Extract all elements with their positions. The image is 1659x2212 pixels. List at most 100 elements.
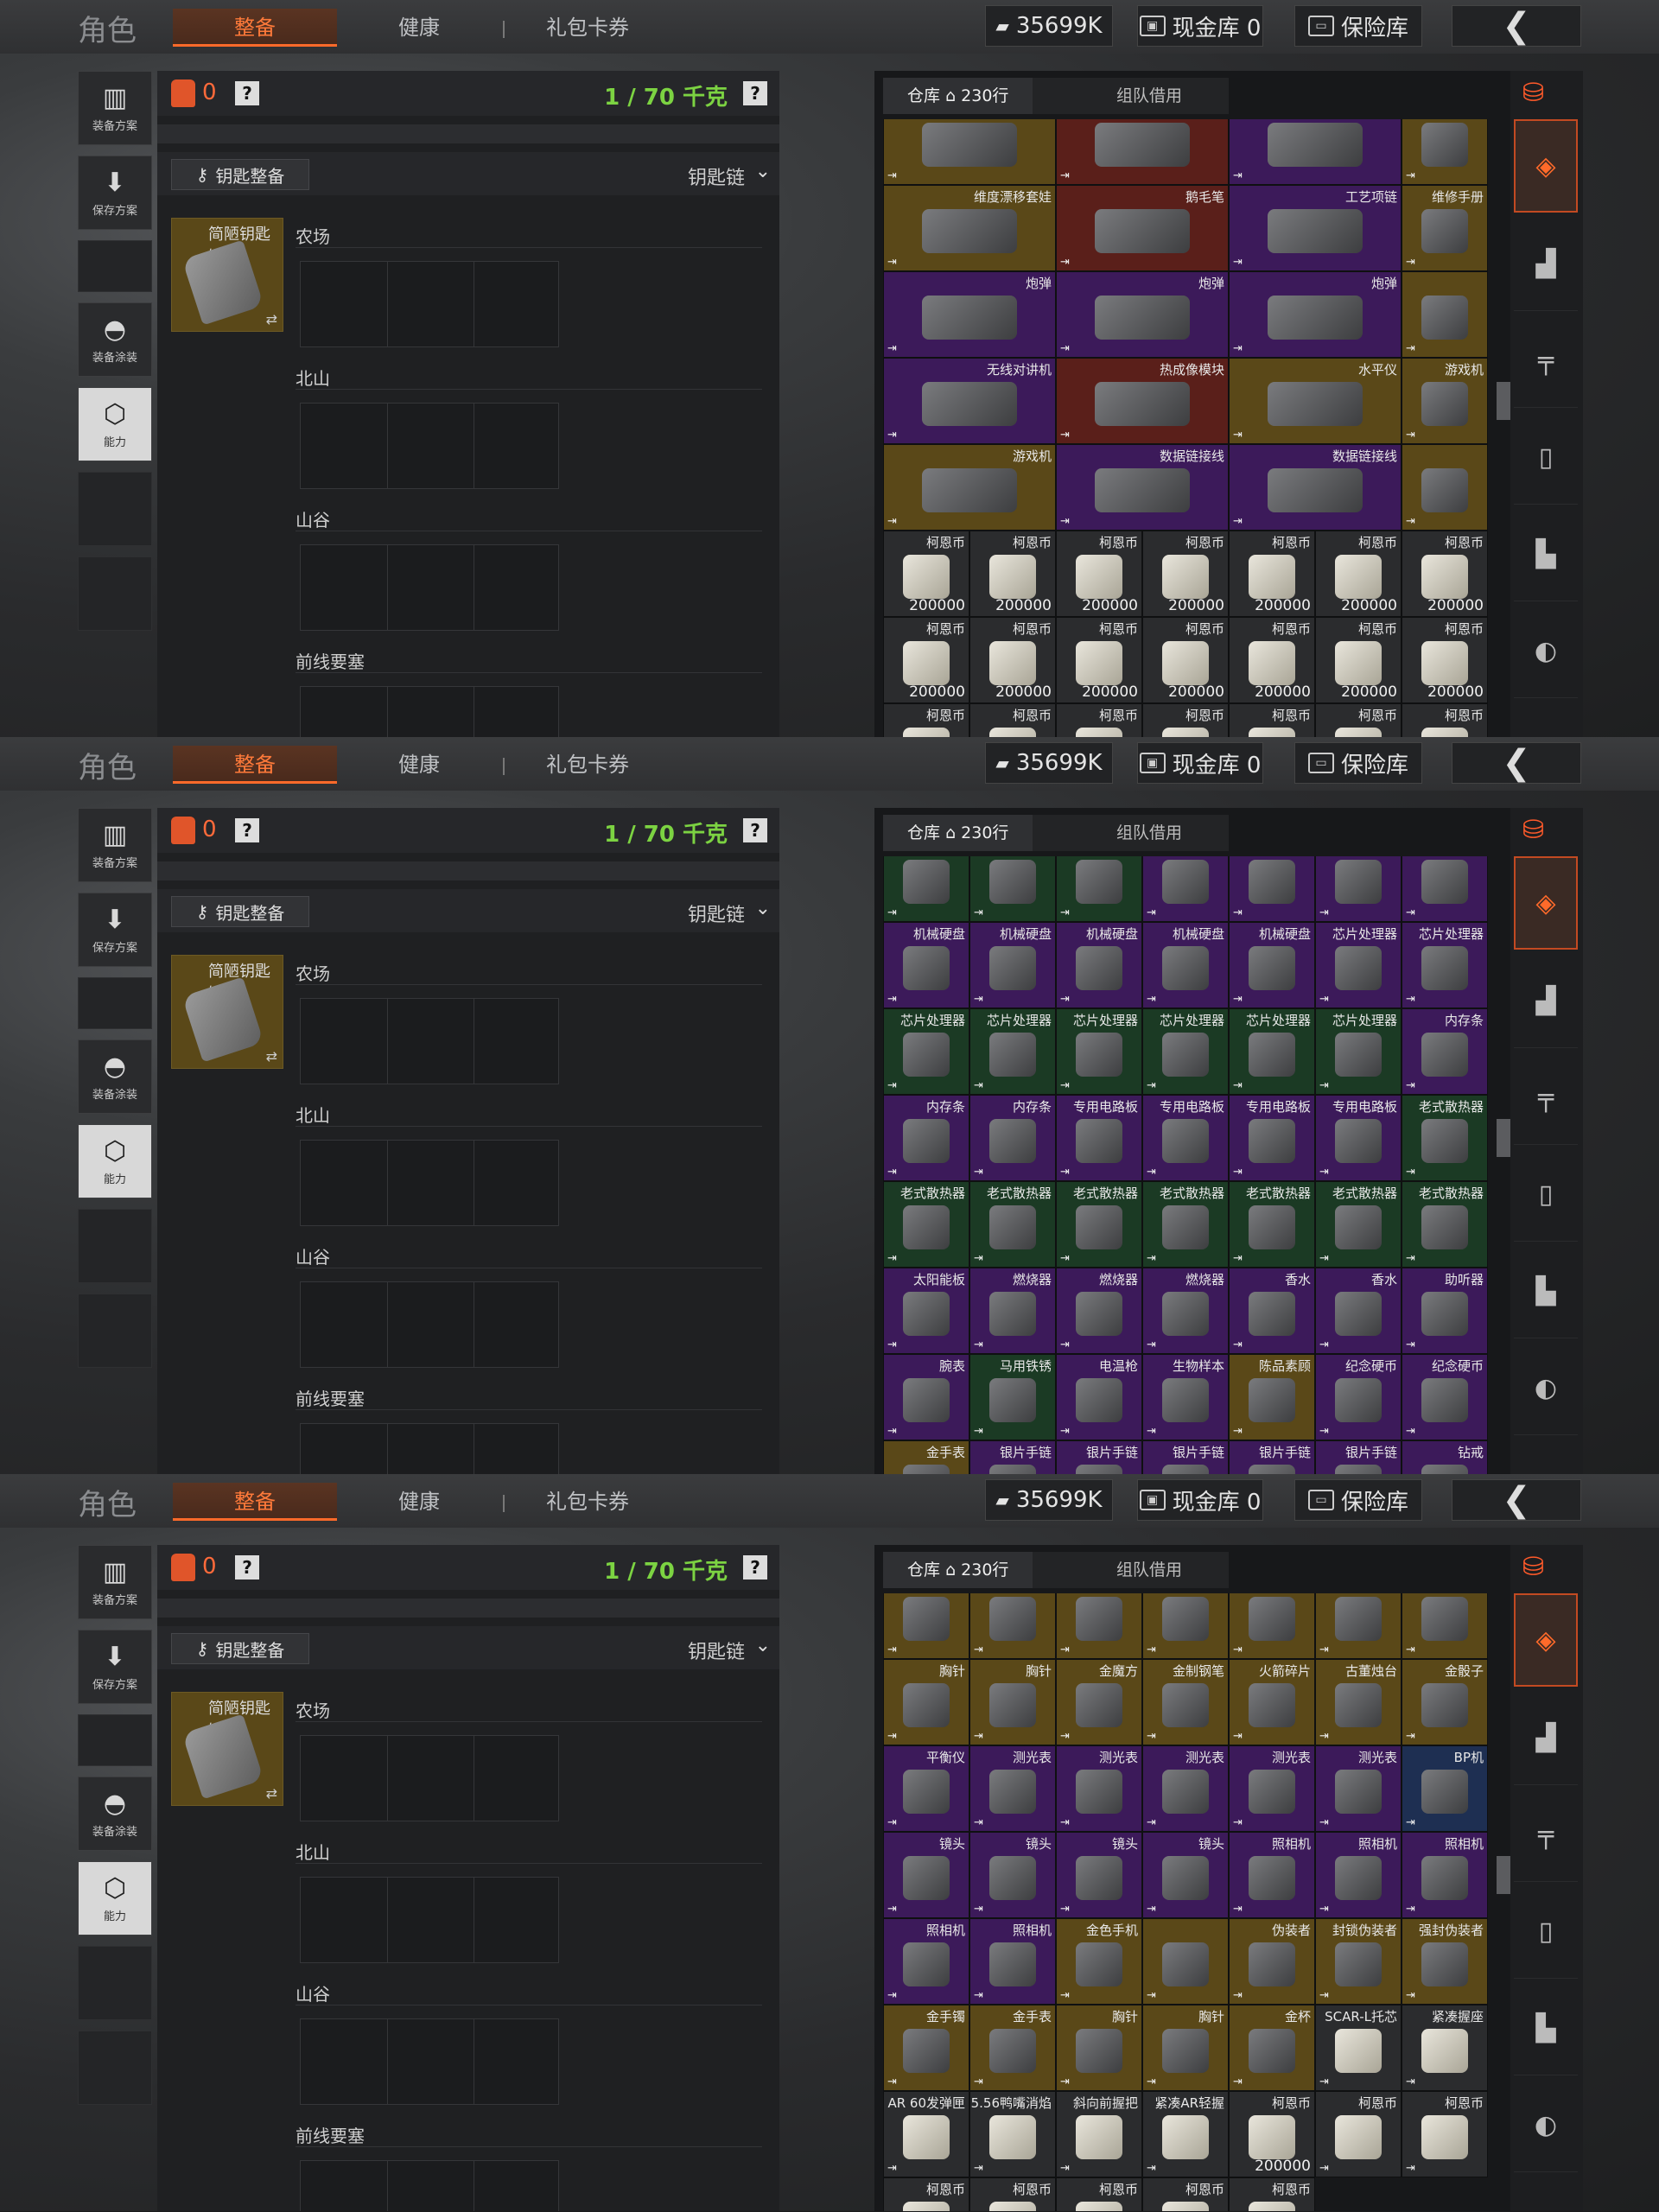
inventory-item[interactable]: 机械硬盘 ⇥ — [969, 922, 1056, 1008]
inventory-item[interactable]: ⇥ — [1056, 856, 1142, 922]
move-icon[interactable]: ⇥ — [1147, 1643, 1156, 1656]
inventory-item[interactable]: 纪念硬币 ⇥ — [1315, 1354, 1402, 1440]
inventory-item[interactable]: ⇥ — [1056, 1593, 1142, 1659]
move-icon[interactable]: ⇥ — [974, 1425, 983, 1438]
inventory-icon[interactable]: ◈ — [1514, 1593, 1578, 1687]
key-chain-item[interactable]: 简陋钥匙链 ⇄ — [171, 955, 283, 1069]
move-icon[interactable]: ⇥ — [1060, 993, 1070, 1006]
key-loadout-button[interactable]: ⚷ 钥匙整备 — [171, 159, 309, 190]
move-icon[interactable]: ⇥ — [974, 1730, 983, 1743]
inventory-item[interactable]: ⇥ — [1402, 444, 1488, 531]
inventory-item[interactable]: 柯恩币⇥ — [1402, 703, 1488, 737]
inventory-item[interactable]: 金杯 ⇥ — [1229, 2005, 1315, 2091]
inventory-item[interactable]: 马用铁锈 ⇥ — [969, 1354, 1056, 1440]
inventory-item[interactable]: 老式散热器 ⇥ — [1402, 1181, 1488, 1268]
inventory-item[interactable]: 芯片处理器 ⇥ — [969, 1008, 1056, 1095]
move-icon[interactable]: ⇥ — [1060, 515, 1070, 528]
inventory-item[interactable]: ⇥ — [1229, 1593, 1315, 1659]
inventory-item[interactable]: 柯恩币 200000 — [1315, 531, 1402, 617]
attachment-icon[interactable]: ◐ — [1514, 605, 1578, 698]
inventory-item[interactable]: 测光表 ⇥ — [1229, 1745, 1315, 1832]
move-icon[interactable]: ⇥ — [974, 1903, 983, 1916]
inventory-item[interactable]: 老式散热器 ⇥ — [1229, 1181, 1315, 1268]
magazine-icon[interactable]: ▯ — [1514, 1885, 1578, 1979]
move-icon[interactable]: ⇥ — [974, 1166, 983, 1179]
inventory-item[interactable]: 金制钢笔 ⇥ — [1142, 1659, 1229, 1745]
sidebar-item-skin[interactable]: ◓ 装备涂装 — [78, 302, 152, 377]
inventory-item[interactable]: 柯恩币 200000 — [1056, 617, 1142, 703]
inventory-item[interactable]: ⇥ — [1402, 856, 1488, 922]
move-icon[interactable]: ⇥ — [1319, 1903, 1329, 1916]
currency-display[interactable]: ▰ 35699K — [985, 5, 1113, 47]
inventory-icon[interactable]: ◈ — [1514, 856, 1578, 950]
move-icon[interactable]: ⇥ — [1319, 2075, 1329, 2088]
inventory-item[interactable]: 游戏机 ⇥ — [883, 444, 1056, 531]
inventory-item[interactable]: 太阳能板 ⇥ — [883, 1268, 969, 1354]
move-icon[interactable]: ⇥ — [1147, 2162, 1156, 2175]
sidebar-item-loadout-plan[interactable]: ▥ 装备方案 — [78, 808, 152, 882]
tab-gift-cards[interactable]: 礼包卡券 — [523, 9, 652, 47]
inventory-item[interactable]: 柯恩币 200000 — [1142, 617, 1229, 703]
move-icon[interactable]: ⇥ — [1319, 1730, 1329, 1743]
move-icon[interactable]: ⇥ — [1233, 342, 1243, 355]
help-icon[interactable]: ? — [743, 818, 767, 842]
key-chain-select[interactable]: 钥匙链 — [688, 162, 745, 190]
cash-vault-button[interactable]: ▣ 现金库 0 — [1137, 742, 1263, 784]
inventory-item[interactable]: 测光表 ⇥ — [969, 1745, 1056, 1832]
inventory-item[interactable]: 金手镯 ⇥ — [883, 2005, 969, 2091]
inventory-item[interactable]: 内存条 ⇥ — [1402, 1008, 1488, 1095]
inventory-item[interactable]: 柯恩币⇥ — [1315, 2091, 1402, 2177]
back-button[interactable]: ❮ — [1452, 742, 1581, 784]
move-icon[interactable]: ⇥ — [1147, 1903, 1156, 1916]
move-icon[interactable]: ⇥ — [1060, 1643, 1070, 1656]
sidebar-item-save-plan[interactable]: ⬇ 保存方案 — [78, 156, 152, 230]
inventory-item[interactable]: 古董烛台 ⇥ — [1315, 1659, 1402, 1745]
scrollbar-thumb[interactable] — [1497, 382, 1510, 420]
sidebar-item-ability[interactable]: ⬡ 能力 — [78, 1861, 152, 1936]
rifle-icon[interactable]: ╤ — [1514, 315, 1578, 408]
move-icon[interactable]: ⇥ — [1060, 1338, 1070, 1351]
inventory-item[interactable]: 热成像模块 ⇥ — [1056, 358, 1229, 444]
key-slot-row[interactable] — [300, 1877, 559, 1963]
inventory-item[interactable]: 游戏机 ⇥ — [1402, 358, 1488, 444]
tab-team-borrow[interactable]: 组队借用 — [1116, 78, 1182, 114]
inventory-item[interactable]: 柯恩币⇥ — [1142, 2177, 1229, 2211]
inventory-item[interactable]: 炮弹 ⇥ — [1229, 271, 1402, 358]
inventory-icon[interactable]: ◈ — [1514, 119, 1578, 213]
inventory-item[interactable]: 数据链接线 ⇥ — [1056, 444, 1229, 531]
inventory-item[interactable]: 柯恩币⇥ — [969, 2177, 1056, 2211]
move-icon[interactable]: ⇥ — [1147, 1252, 1156, 1265]
move-icon[interactable]: ⇥ — [887, 1903, 897, 1916]
move-icon[interactable]: ⇥ — [974, 906, 983, 919]
move-icon[interactable]: ⇥ — [1319, 2162, 1329, 2175]
inventory-item[interactable]: 无线对讲机 ⇥ — [883, 358, 1056, 444]
inventory-item[interactable]: 生物样本 ⇥ — [1142, 1354, 1229, 1440]
help-icon[interactable]: ? — [235, 818, 259, 842]
sidebar-item-loadout-plan[interactable]: ▥ 装备方案 — [78, 1545, 152, 1619]
move-icon[interactable]: ⇥ — [1233, 1730, 1243, 1743]
move-icon[interactable]: ⇥ — [1233, 993, 1243, 1006]
inventory-item[interactable]: 老式散热器 ⇥ — [1402, 1095, 1488, 1181]
tab-equip[interactable]: 整备 — [173, 1483, 337, 1521]
armor-icon[interactable]: ▟ — [1514, 1692, 1578, 1785]
inventory-item[interactable]: 香水 ⇥ — [1229, 1268, 1315, 1354]
inventory-item[interactable]: 伪装者 ⇥ — [1229, 1918, 1315, 2005]
inventory-item[interactable]: 柯恩币 200000 — [1402, 617, 1488, 703]
attachment-icon[interactable]: ◐ — [1514, 2079, 1578, 2172]
inventory-item[interactable]: CPU⇥ — [1229, 856, 1315, 922]
move-icon[interactable]: ⇥ — [887, 1816, 897, 1829]
move-icon[interactable]: ⇥ — [887, 169, 897, 182]
move-icon[interactable]: ⇥ — [1233, 1816, 1243, 1829]
tab-team-borrow[interactable]: 组队借用 — [1116, 1552, 1182, 1588]
tab-warehouse[interactable]: 仓库 ⌂ 230行 — [883, 78, 1033, 114]
move-icon[interactable]: ⇥ — [1406, 1989, 1415, 2002]
scrollbar-thumb[interactable] — [1497, 1856, 1510, 1894]
magazine-icon[interactable]: ▯ — [1514, 411, 1578, 505]
inventory-item[interactable]: 芯片处理器 ⇥ — [1142, 1008, 1229, 1095]
key-slot-row[interactable] — [300, 261, 559, 347]
chevron-down-icon[interactable]: ⌄ — [755, 161, 771, 182]
move-icon[interactable]: ⇥ — [1233, 1166, 1243, 1179]
move-icon[interactable]: ⇥ — [1406, 1338, 1415, 1351]
move-icon[interactable]: ⇥ — [1406, 1643, 1415, 1656]
inventory-item[interactable]: 内存条 ⇥ — [883, 1095, 969, 1181]
